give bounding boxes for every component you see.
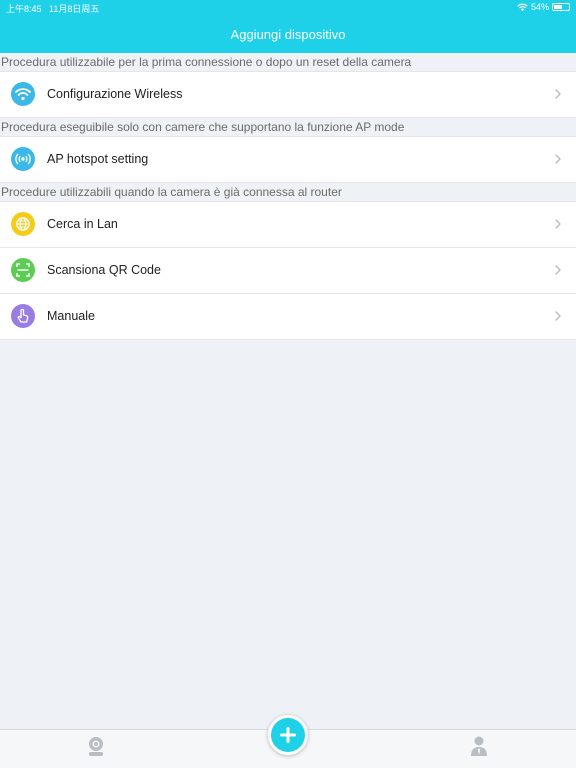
- list-item-hand-pointer[interactable]: Manuale: [0, 294, 576, 340]
- battery-icon: [552, 3, 570, 11]
- status-bar: 上午8:45 11月8日周五 54%: [6, 2, 570, 16]
- wifi-icon: [11, 82, 35, 106]
- tab-bar: [0, 715, 576, 768]
- chevron-right-icon: [555, 219, 561, 229]
- section-label: Procedure utilizzabili quando la camera …: [0, 183, 576, 202]
- list-item-globe[interactable]: Cerca in Lan: [0, 202, 576, 248]
- list-item-label: Cerca in Lan: [47, 217, 118, 231]
- section-label: Procedura eseguibile solo con camere che…: [0, 118, 576, 137]
- list-item-label: AP hotspot setting: [47, 152, 149, 166]
- wifi-status-icon: [517, 3, 528, 11]
- list-item-label: Scansiona QR Code: [47, 263, 161, 277]
- add-icon: [280, 727, 296, 743]
- chevron-right-icon: [555, 89, 561, 99]
- battery-percent: 54%: [530, 2, 549, 12]
- user-icon[interactable]: [469, 735, 489, 757]
- content-list: Procedura utilizzabile per la prima conn…: [0, 53, 576, 340]
- chevron-right-icon: [555, 265, 561, 275]
- chevron-right-icon: [555, 311, 561, 321]
- list-item-qr-scan[interactable]: Scansiona QR Code: [0, 248, 576, 294]
- list-item-wifi[interactable]: Configurazione Wireless: [0, 72, 576, 118]
- section-label: Procedura utilizzabile per la prima conn…: [0, 53, 576, 72]
- header-bar: 上午8:45 11月8日周五 54% Aggiungi dispositivo: [0, 0, 576, 53]
- add-button[interactable]: [268, 715, 308, 755]
- list-item-label: Manuale: [47, 309, 95, 323]
- status-date: 11月8日周五: [49, 4, 100, 14]
- globe-icon: [11, 212, 35, 236]
- status-time: 上午8:45: [6, 4, 42, 14]
- hotspot-icon: [11, 147, 35, 171]
- page-title: Aggiungi dispositivo: [230, 27, 346, 42]
- hand-pointer-icon: [11, 304, 35, 328]
- qr-scan-icon: [11, 258, 35, 282]
- camera-icon[interactable]: [86, 735, 106, 757]
- list-item-hotspot[interactable]: AP hotspot setting: [0, 137, 576, 183]
- chevron-right-icon: [555, 154, 561, 164]
- list-item-label: Configurazione Wireless: [47, 87, 183, 101]
